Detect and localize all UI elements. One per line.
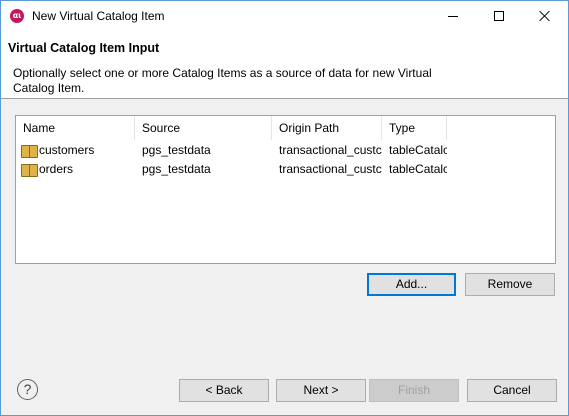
close-button[interactable] (522, 1, 568, 31)
table-row[interactable]: orders pgs_testdata transactional_custc … (16, 160, 555, 179)
row-type: tableCatalc (389, 143, 447, 157)
next-button[interactable]: Next > (276, 379, 366, 402)
maximize-button[interactable] (476, 1, 522, 31)
minimize-button[interactable] (430, 1, 476, 31)
catalog-book-icon (21, 144, 38, 158)
table-row[interactable]: customers pgs_testdata transactional_cus… (16, 141, 555, 160)
help-icon[interactable]: ? (17, 379, 38, 400)
app-logo-icon: αι (10, 9, 24, 23)
back-button[interactable]: < Back (179, 379, 269, 402)
row-source: pgs_testdata (142, 162, 211, 176)
maximize-icon (494, 11, 504, 21)
close-icon (539, 10, 551, 22)
row-source: pgs_testdata (142, 143, 211, 157)
finish-button[interactable]: Finish (369, 379, 459, 402)
row-type: tableCatalc (389, 162, 447, 176)
remove-button[interactable]: Remove (465, 273, 555, 296)
row-name: customers (39, 143, 95, 157)
row-origin-path: transactional_custc (279, 162, 382, 176)
row-name-cell: customers (16, 141, 135, 160)
cancel-button[interactable]: Cancel (467, 379, 557, 402)
add-button[interactable]: Add... (367, 273, 456, 296)
wizard-header: Virtual Catalog Item Input Optionally se… (1, 31, 568, 99)
column-header-type[interactable]: Type (382, 116, 447, 140)
column-header-source[interactable]: Source (135, 116, 272, 140)
page-description: Optionally select one or more Catalog It… (13, 66, 432, 95)
column-header-origin-path[interactable]: Origin Path (272, 116, 382, 140)
page-title: Virtual Catalog Item Input (8, 41, 160, 55)
title-bar: αι New Virtual Catalog Item (1, 1, 568, 31)
window-title: New Virtual Catalog Item (32, 9, 165, 23)
column-header-name[interactable]: Name (16, 116, 135, 140)
minimize-icon (448, 15, 458, 17)
row-origin-path: transactional_custc (279, 143, 382, 157)
catalog-book-icon (21, 163, 38, 177)
row-name: orders (39, 162, 74, 176)
dialog-window: αι New Virtual Catalog Item Virtual Cata… (0, 0, 569, 416)
catalog-items-table[interactable]: Name Source Origin Path Type customers p… (15, 115, 556, 264)
table-header: Name Source Origin Path Type (16, 116, 555, 140)
row-name-cell: orders (16, 160, 135, 179)
